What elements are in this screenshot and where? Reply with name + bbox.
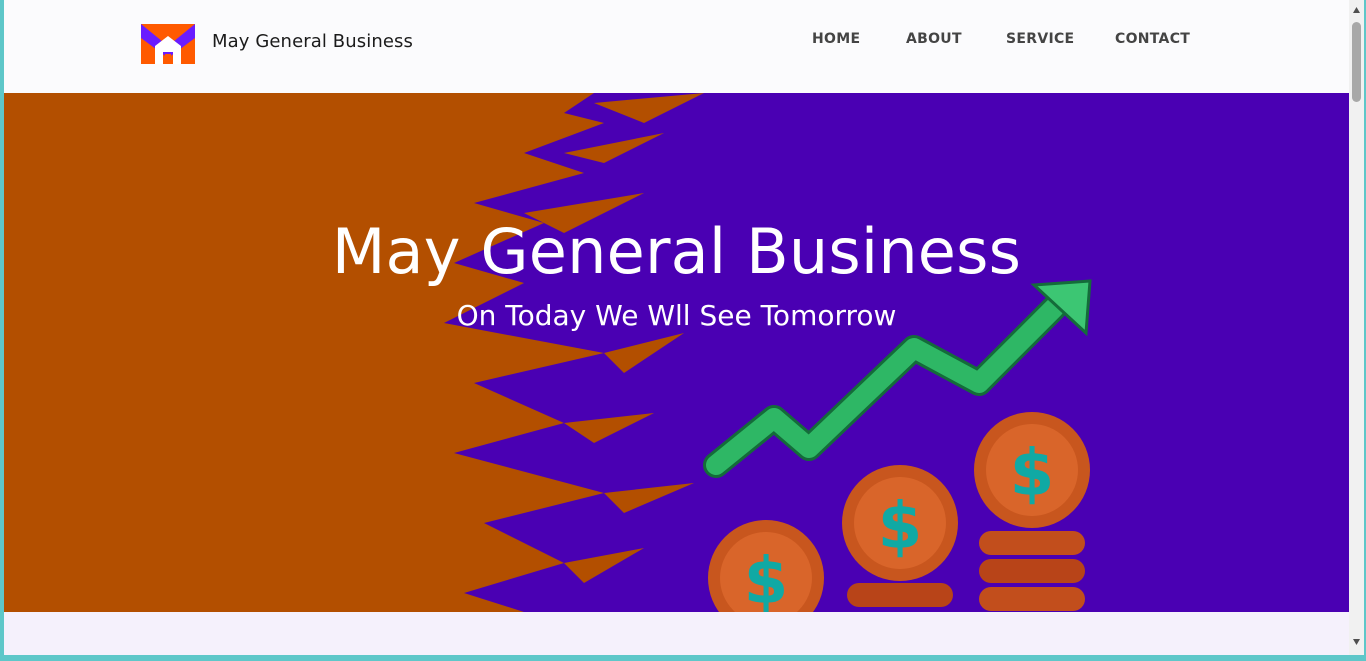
- svg-text:$: $: [1010, 437, 1055, 511]
- scroll-up-arrow-icon[interactable]: [1352, 6, 1361, 14]
- scrollbar-thumb[interactable]: [1352, 22, 1361, 102]
- main-nav: HOME ABOUT SERVICE CONTACT: [4, 31, 1349, 51]
- hero-subtitle: On Today We Wll See Tomorrow: [456, 299, 897, 332]
- coin-stack-left: $: [708, 520, 824, 612]
- svg-text:$: $: [878, 490, 923, 564]
- vertical-scrollbar[interactable]: [1349, 0, 1364, 655]
- nav-home[interactable]: HOME: [812, 31, 860, 47]
- nav-service[interactable]: SERVICE: [1006, 31, 1074, 47]
- nav-contact[interactable]: CONTACT: [1115, 31, 1190, 47]
- svg-text:$: $: [744, 545, 789, 612]
- hero-banner: $ $ $ May General Business On Today We W…: [4, 93, 1349, 612]
- browser-viewport: May General Business HOME ABOUT SERVICE …: [4, 0, 1349, 655]
- coin-stack-right: $: [974, 412, 1090, 611]
- hero-title: May General Business: [331, 215, 1022, 288]
- coin-stack-middle: $: [842, 465, 958, 607]
- orange-paint-splash: [4, 93, 604, 612]
- scroll-down-arrow-icon[interactable]: [1352, 638, 1361, 646]
- nav-about[interactable]: ABOUT: [906, 31, 962, 47]
- hero-background: $ $ $: [4, 93, 1092, 612]
- top-navbar: May General Business HOME ABOUT SERVICE …: [4, 0, 1349, 93]
